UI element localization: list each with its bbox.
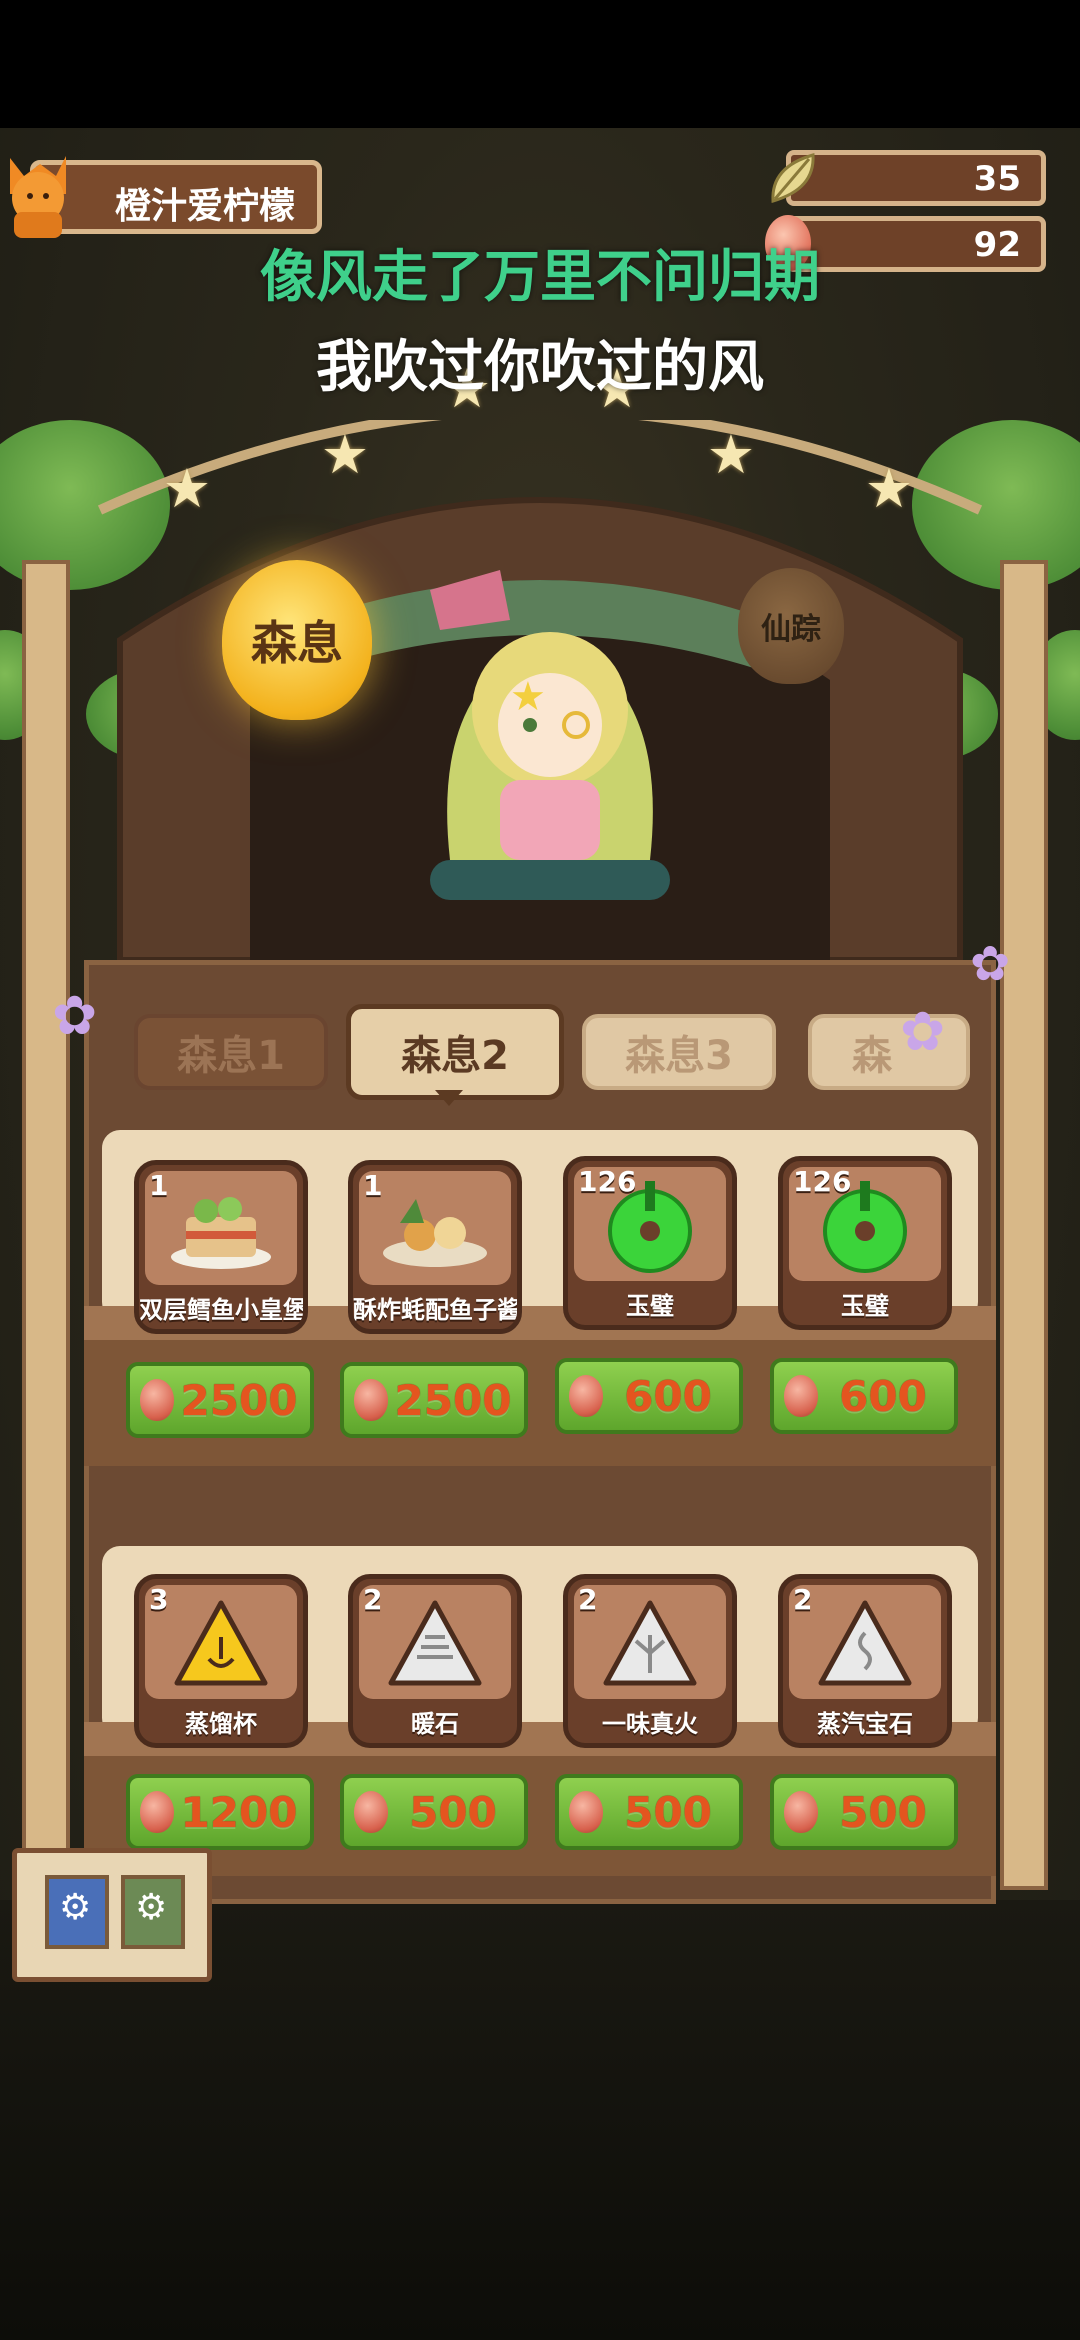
fox-avatar-icon[interactable]	[0, 148, 76, 240]
egg-currency-icon	[569, 1791, 603, 1833]
shop-item-card[interactable]: 1 酥炸蚝配鱼子酱	[348, 1160, 522, 1334]
item-count: 1	[363, 1169, 383, 1202]
shop-item-card[interactable]: 2 暖石	[348, 1574, 522, 1748]
buy-button[interactable]: 600	[770, 1358, 958, 1434]
item-name: 酥炸蚝配鱼子酱	[353, 1296, 521, 1324]
item-name: 蒸馏杯	[185, 1710, 257, 1738]
shop-item-card[interactable]: 126 玉璧	[778, 1156, 952, 1330]
egg-currency-icon	[784, 1375, 818, 1417]
resource-leaf-counter: 35	[771, 150, 1046, 206]
item-count: 2	[793, 1583, 813, 1616]
settings-toggle-green[interactable]: ⚙	[121, 1875, 185, 1949]
item-price: 1200	[180, 1787, 298, 1837]
fried-oyster-icon	[383, 1199, 487, 1267]
lantern-senxi-label: 森息	[251, 616, 343, 670]
svg-text:★: ★	[510, 674, 546, 720]
item-price: 600	[839, 1371, 927, 1421]
tab-label: 森息2	[401, 1033, 509, 1079]
tab-senxi-2[interactable]: 森息2	[346, 1004, 564, 1100]
egg-currency-icon	[354, 1791, 388, 1833]
gear-icon: ⚙	[59, 1887, 92, 1928]
shop-tabs: 森息1 森息2 森息3 森	[130, 1004, 970, 1104]
item-price: 500	[624, 1787, 712, 1837]
gazebo-post-left	[22, 560, 70, 1890]
item-name: 一味真火	[602, 1710, 698, 1738]
item-count: 2	[363, 1583, 383, 1616]
star-icon: ★	[162, 457, 212, 520]
egg-currency-icon	[140, 1791, 174, 1833]
buy-button[interactable]: 1200	[126, 1774, 314, 1850]
true-fire-icon	[603, 1600, 697, 1686]
gear-icon: ⚙	[135, 1887, 168, 1928]
buy-button[interactable]: 2500	[126, 1362, 314, 1438]
tab-label: 森息1	[177, 1033, 285, 1079]
item-count: 126	[793, 1165, 852, 1198]
egg-currency-icon	[354, 1379, 388, 1421]
buy-button[interactable]: 600	[555, 1358, 743, 1434]
lantern-senxi-button[interactable]: 森息	[222, 560, 372, 720]
item-count: 3	[149, 1583, 169, 1616]
shop-item-card[interactable]: 3 蒸馏杯	[134, 1574, 308, 1748]
egg-currency-icon	[140, 1379, 174, 1421]
lantern-xianzong-label: 仙踪	[761, 612, 821, 647]
item-price: 500	[409, 1787, 497, 1837]
tab-senxi-3[interactable]: 森息3	[582, 1014, 776, 1090]
tab-label: 森	[852, 1033, 892, 1079]
item-count: 1	[149, 1169, 169, 1202]
tab-label: 森息3	[625, 1033, 733, 1079]
flower-icon: ✿	[900, 1000, 946, 1063]
tab-senxi-1[interactable]: 森息1	[134, 1014, 328, 1090]
item-price: 2500	[394, 1375, 512, 1425]
egg-currency-icon	[569, 1375, 603, 1417]
item-count: 126	[578, 1165, 637, 1198]
player-name: 橙汁爱柠檬	[115, 186, 296, 227]
shop-item-card[interactable]: 126 玉璧	[563, 1156, 737, 1330]
lyric-line-2: 我吹过你吹过的风	[316, 335, 764, 400]
warm-stone-icon	[388, 1600, 482, 1686]
star-icon: ★	[706, 423, 756, 486]
leaf-icon	[771, 153, 815, 203]
item-name: 暖石	[411, 1710, 459, 1738]
buy-button[interactable]: 500	[555, 1774, 743, 1850]
item-name: 玉璧	[626, 1292, 674, 1320]
star-icon: ★	[864, 457, 914, 520]
item-price: 600	[624, 1371, 712, 1421]
steam-gem-icon	[818, 1600, 912, 1686]
buy-button[interactable]: 500	[340, 1774, 528, 1850]
flower-icon: ✿	[970, 936, 1011, 992]
tab-senxi-4[interactable]: 森	[808, 1014, 970, 1090]
shop-item-card[interactable]: 2 蒸汽宝石	[778, 1574, 952, 1748]
settings-toggle-blue[interactable]: ⚙	[45, 1875, 109, 1949]
item-name: 双层鳕鱼小皇堡	[139, 1296, 307, 1324]
item-price: 500	[839, 1787, 927, 1837]
shop-item-card[interactable]: 2 一味真火	[563, 1574, 737, 1748]
gazebo-post-right	[1000, 560, 1048, 1890]
item-name: 玉璧	[841, 1292, 889, 1320]
shopkeeper-character: ★	[430, 570, 670, 900]
egg-currency-icon	[784, 1791, 818, 1833]
flower-icon: ✿	[52, 984, 98, 1047]
shop-item-card[interactable]: 1 双层鳕鱼小皇堡	[134, 1160, 308, 1334]
buy-button[interactable]: 500	[770, 1774, 958, 1850]
item-count: 2	[578, 1583, 598, 1616]
lyric-line-1: 像风走了万里不问归期	[260, 245, 820, 310]
burger-icon	[171, 1197, 271, 1269]
lantern-xianzong-button[interactable]: 仙踪	[738, 568, 844, 684]
distill-cup-icon	[174, 1600, 268, 1686]
resource-leaf-value: 35	[973, 159, 1021, 199]
item-name: 蒸汽宝石	[817, 1710, 913, 1738]
active-tab-pointer	[435, 1090, 463, 1106]
buy-button[interactable]: 2500	[340, 1362, 528, 1438]
item-price: 2500	[180, 1375, 298, 1425]
star-icon: ★	[320, 423, 370, 486]
corner-toggle-panel: ⚙ ⚙	[12, 1848, 212, 1982]
